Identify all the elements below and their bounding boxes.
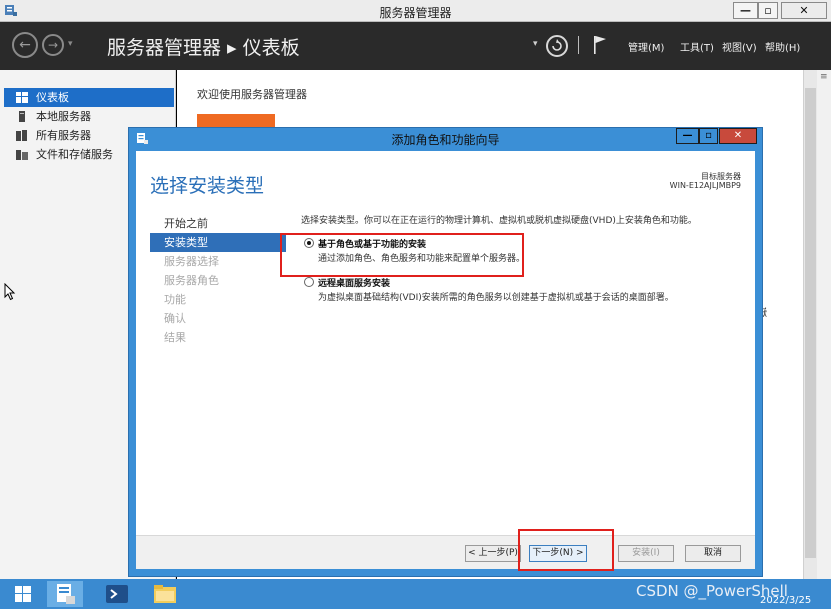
welcome-heading: 欢迎使用服务器管理器: [197, 88, 307, 101]
dropdown-chevron-icon[interactable]: ▾: [533, 39, 538, 49]
close-button[interactable]: ✕: [781, 2, 827, 19]
folder-icon: [154, 585, 176, 603]
highlight-box-next: [518, 529, 614, 571]
refresh-button[interactable]: [546, 35, 568, 57]
dialog-title: 添加角色和功能向导: [391, 133, 500, 147]
wizard-footer: < 上一步(P) 下一步(N) > 安装(I) 取消: [136, 535, 755, 569]
sidebar-item-local-server[interactable]: 本地服务器: [4, 107, 174, 126]
menu-view[interactable]: 视图(V): [722, 39, 757, 54]
remote-desktop-install-label[interactable]: 远程桌面服务安装: [318, 276, 390, 289]
wizard-step-server-roles: 服务器角色: [164, 274, 219, 287]
taskbar-file-explorer[interactable]: [147, 581, 183, 607]
scrollbar-thumb[interactable]: [805, 88, 816, 558]
taskbar-powershell[interactable]: [99, 581, 135, 607]
scroll-handle-icon[interactable]: ≡: [820, 72, 828, 82]
mouse-cursor-icon: [4, 283, 16, 301]
minimize-button[interactable]: —: [733, 2, 758, 19]
menu-help[interactable]: 帮助(H): [765, 39, 800, 54]
arrow-right-icon: →: [47, 38, 59, 52]
maximize-button[interactable]: ▫: [758, 2, 778, 19]
menu-manage[interactable]: 管理(M): [628, 39, 664, 54]
powershell-icon: [106, 585, 128, 603]
notifications-flag-icon[interactable]: [592, 34, 608, 56]
dialog-maximize-button[interactable]: ▫: [699, 128, 718, 144]
server-icon: [19, 111, 25, 122]
install-button: 安装(I): [618, 545, 674, 562]
wizard-step-features: 功能: [164, 293, 186, 306]
window-titlebar: 服务器管理器 — ▫ ✕: [0, 0, 831, 22]
taskbar: CSDN @_PowerShell 2022/3/25: [0, 579, 831, 609]
start-button[interactable]: [5, 581, 41, 607]
windows-logo-icon: [15, 586, 31, 602]
dialog-minimize-button[interactable]: —: [676, 128, 699, 144]
previous-button[interactable]: < 上一步(P): [465, 545, 521, 562]
remote-desktop-install-radio[interactable]: [304, 277, 314, 287]
server-manager-taskbar-icon: [57, 584, 75, 604]
sidebar-item-label: 本地服务器: [36, 110, 91, 123]
wizard-step-installation-type[interactable]: 安装类型: [150, 233, 286, 252]
sidebar-item-dashboard[interactable]: 仪表板: [4, 88, 174, 107]
wizard-step-before-you-begin[interactable]: 开始之前: [150, 214, 286, 233]
window-title: 服务器管理器: [379, 6, 452, 20]
right-edge-panel: ≡: [817, 70, 831, 579]
back-button[interactable]: ←: [12, 32, 38, 58]
breadcrumb: 服务器管理器 ▸ 仪表板: [107, 37, 300, 59]
content-scrollbar[interactable]: [803, 70, 817, 579]
add-roles-wizard-dialog: 添加角色和功能向导 — ▫ ✕ 选择安装类型 目标服务器 WIN-E12AJLJ…: [128, 127, 763, 577]
taskbar-server-manager[interactable]: [47, 581, 83, 607]
wizard-step-server-selection: 服务器选择: [164, 255, 219, 268]
sidebar-item-label: 仪表板: [36, 91, 69, 104]
dashboard-icon: [16, 92, 28, 103]
page-heading: 选择安装类型: [150, 175, 265, 197]
header-divider: [578, 36, 579, 54]
wizard-step-results: 结果: [164, 331, 186, 344]
remote-desktop-install-desc: 为虚拟桌面基础结构(VDI)安装所需的角色服务以创建基于虚拟机或基于会话的桌面部…: [318, 293, 674, 303]
refresh-icon: [552, 39, 562, 51]
wizard-step-confirmation: 确认: [164, 312, 186, 325]
dialog-close-button[interactable]: ✕: [719, 128, 757, 144]
sidebar-item-label: 所有服务器: [36, 129, 91, 142]
highlight-box-option: [280, 233, 524, 277]
app-header: ← → ▾ 服务器管理器 ▸ 仪表板 ▾ 管理(M) 工具(T) 视图(V) 帮…: [0, 22, 831, 70]
wizard-body: 选择安装类型 目标服务器 WIN-E12AJLJMBP9 开始之前 安装类型 服…: [136, 151, 755, 571]
cancel-button[interactable]: 取消: [685, 545, 741, 562]
taskbar-date: 2022/3/25: [760, 595, 812, 606]
sidebar-item-label: 文件和存储服务: [36, 148, 113, 161]
installation-type-description: 选择安装类型。你可以在正在运行的物理计算机、虚拟机或脱机虚拟硬盘(VHD)上安装…: [301, 216, 697, 226]
target-server-name: WIN-E12AJLJMBP9: [669, 181, 741, 190]
storage-icon: [16, 150, 28, 160]
arrow-left-icon: ←: [19, 37, 31, 53]
servers-icon: [16, 130, 27, 141]
menu-tools[interactable]: 工具(T): [680, 39, 714, 54]
forward-button[interactable]: →: [42, 34, 64, 56]
nav-history-chevron-icon[interactable]: ▾: [68, 39, 73, 49]
